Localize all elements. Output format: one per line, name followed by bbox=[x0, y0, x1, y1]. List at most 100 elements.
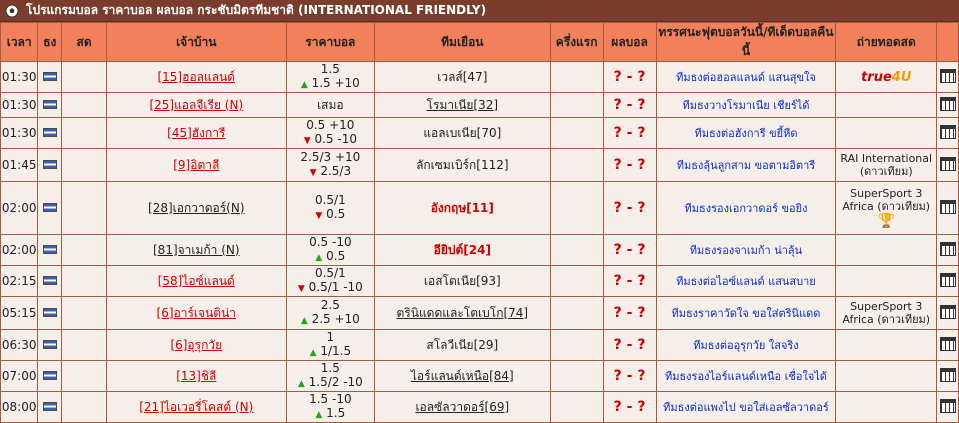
away-team-cell[interactable]: แอลเบเนีย[70] bbox=[375, 118, 550, 148]
tip-cell[interactable]: ทีมธงต่อฮังการี ขยี้หีด bbox=[656, 118, 836, 148]
home-team-cell[interactable]: [25]แอลจีเรีย (N) bbox=[106, 93, 286, 117]
home-team-link[interactable]: [81]จาเมก้า (N) bbox=[153, 243, 240, 257]
tip-link[interactable]: ทีมธงต่ออุรุกวัย ใสจริง bbox=[693, 339, 798, 352]
tip-link[interactable]: ทีมธงต่อฮอลแลนด์ แสนสุขใจ bbox=[676, 71, 816, 84]
stats-table-icon[interactable] bbox=[939, 156, 956, 171]
away-team-link[interactable]: โรมาเนีย[32] bbox=[427, 98, 499, 112]
stats-cell[interactable] bbox=[937, 118, 958, 148]
broadcast-cell bbox=[836, 392, 937, 422]
tip-link[interactable]: ทีมธงต่อแพงไป ขอใส่เอลซัลวาดอร์ bbox=[663, 401, 829, 414]
home-team-link[interactable]: [13]ชิลี bbox=[176, 369, 216, 383]
tip-link[interactable]: ทีมธงรองจาเมก้า น่าลุ้น bbox=[690, 244, 802, 257]
tip-cell[interactable]: ทีมธงราคาวัดใจ ขอใส่ตรินิแดด bbox=[656, 297, 836, 329]
tip-link[interactable]: ทีมธงวางโรมาเนีย เชียร์ได้ bbox=[682, 99, 809, 112]
stats-table-icon[interactable] bbox=[939, 398, 956, 413]
tip-link[interactable]: ทีมธงลุ้นลูกสาม ขอตามอิตารี bbox=[677, 159, 815, 172]
home-team-cell[interactable]: [28]เอกวาดอร์(N) bbox=[106, 182, 286, 234]
stats-table-icon[interactable] bbox=[939, 96, 956, 111]
live-cell bbox=[62, 182, 106, 234]
home-team-cell[interactable]: [9]อิตาลี bbox=[106, 149, 286, 181]
away-team-link[interactable]: อียิปต์[24] bbox=[434, 243, 491, 257]
true4u-logo[interactable]: true4U bbox=[861, 70, 911, 85]
away-team-link[interactable]: สโลวีเนีย[29] bbox=[426, 338, 498, 352]
stats-table-icon[interactable] bbox=[939, 272, 956, 287]
tip-link[interactable]: ทีมธงราคาวัดใจ ขอใส่ตรินิแดด bbox=[671, 307, 820, 320]
home-team-cell[interactable]: [58]ไอซ์แลนด์ bbox=[106, 266, 286, 296]
stats-cell[interactable] bbox=[937, 149, 958, 181]
tip-cell[interactable]: ทีมธงรองเอกวาดอร์ ขอยิง bbox=[656, 182, 836, 234]
home-team-cell[interactable]: [45]ฮังการี bbox=[106, 118, 286, 148]
stats-cell[interactable] bbox=[937, 93, 958, 117]
home-team-link[interactable]: [6]อุรุกวัย bbox=[170, 338, 222, 352]
away-team-cell[interactable]: เอลซัลวาดอร์[69] bbox=[375, 392, 550, 422]
tip-cell[interactable]: ทีมธงต่อไอซ์แลนด์ แสนสบาย bbox=[656, 266, 836, 296]
tip-link[interactable]: ทีมธงต่อไอซ์แลนด์ แสนสบาย bbox=[676, 275, 816, 288]
away-team-link[interactable]: ตรินิแดดและโตเบโก[74] bbox=[397, 306, 529, 320]
stats-cell[interactable] bbox=[937, 235, 958, 265]
home-team-link[interactable]: [9]อิตาลี bbox=[173, 158, 219, 172]
away-team-cell[interactable]: เวลส์[47] bbox=[375, 62, 550, 92]
away-team-link[interactable]: เอลซัลวาดอร์[69] bbox=[415, 400, 509, 414]
odds-cell: 0.5 +10 ▼ 0.5 -10 bbox=[286, 118, 374, 148]
tip-cell[interactable]: ทีมธงรองไอร์แลนด์เหนือ เชื่อใจได้ bbox=[656, 361, 836, 391]
home-team-cell[interactable]: [13]ชิลี bbox=[106, 361, 286, 391]
tip-cell[interactable]: ทีมธงลุ้นลูกสาม ขอตามอิตารี bbox=[656, 149, 836, 181]
away-team-link[interactable]: เอสโตเนีย[93] bbox=[424, 274, 501, 288]
home-team-link[interactable]: [15]ฮอลแลนด์ bbox=[157, 70, 235, 84]
stats-cell[interactable] bbox=[937, 297, 958, 329]
stats-cell[interactable] bbox=[937, 182, 958, 234]
stats-table-icon[interactable] bbox=[939, 367, 956, 382]
away-team-cell[interactable]: อังกฤษ[11] bbox=[375, 182, 550, 234]
match-time: 07:00 bbox=[1, 361, 38, 391]
away-team-cell[interactable]: สโลวีเนีย[29] bbox=[375, 330, 550, 360]
away-team-link[interactable]: เวลส์[47] bbox=[437, 70, 487, 84]
tip-cell[interactable]: ทีมธงต่ออุรุกวัย ใสจริง bbox=[656, 330, 836, 360]
home-team-cell[interactable]: [81]จาเมก้า (N) bbox=[106, 235, 286, 265]
home-team-cell[interactable]: [15]ฮอลแลนด์ bbox=[106, 62, 286, 92]
tip-cell[interactable]: ทีมธงต่อแพงไป ขอใส่เอลซัลวาดอร์ bbox=[656, 392, 836, 422]
stats-cell[interactable] bbox=[937, 330, 958, 360]
away-team-cell[interactable]: ตรินิแดดและโตเบโก[74] bbox=[375, 297, 550, 329]
stats-table-icon[interactable] bbox=[939, 68, 956, 83]
stats-cell[interactable] bbox=[937, 266, 958, 296]
home-team-link[interactable]: [28]เอกวาดอร์(N) bbox=[148, 201, 244, 215]
away-team-link[interactable]: ไอร์แลนด์เหนือ[84] bbox=[411, 369, 514, 383]
tip-cell[interactable]: ทีมธงวางโรมาเนีย เชียร์ได้ bbox=[656, 93, 836, 117]
stats-cell[interactable] bbox=[937, 62, 958, 92]
away-team-cell[interactable]: ไอร์แลนด์เหนือ[84] bbox=[375, 361, 550, 391]
halftime-cell bbox=[550, 235, 603, 265]
tip-cell[interactable]: ทีมธงต่อฮอลแลนด์ แสนสุขใจ bbox=[656, 62, 836, 92]
result-cell: ? - ? bbox=[603, 235, 656, 265]
flag-cell bbox=[38, 235, 62, 265]
away-team-cell[interactable]: อียิปต์[24] bbox=[375, 235, 550, 265]
tip-cell[interactable]: ทีมธงรองจาเมก้า น่าลุ้น bbox=[656, 235, 836, 265]
away-team-link[interactable]: ลักเซมเบิร์ก[112] bbox=[416, 158, 508, 172]
stats-cell[interactable] bbox=[937, 392, 958, 422]
home-team-link[interactable]: [21]ไอเวอรี่โคสต์ (N) bbox=[139, 400, 253, 414]
result-cell: ? - ? bbox=[603, 118, 656, 148]
flag-cell bbox=[38, 182, 62, 234]
live-cell bbox=[62, 361, 106, 391]
tip-link[interactable]: ทีมธงรองเอกวาดอร์ ขอยิง bbox=[684, 202, 807, 215]
home-team-cell[interactable]: [21]ไอเวอรี่โคสต์ (N) bbox=[106, 392, 286, 422]
away-team-cell[interactable]: เอสโตเนีย[93] bbox=[375, 266, 550, 296]
home-team-cell[interactable]: [6]อุรุกวัย bbox=[106, 330, 286, 360]
home-team-cell[interactable]: [6]อาร์เจนติน่า bbox=[106, 297, 286, 329]
result-cell: ? - ? bbox=[603, 361, 656, 391]
stats-table-icon[interactable] bbox=[939, 336, 956, 351]
home-team-link[interactable]: [25]แอลจีเรีย (N) bbox=[149, 98, 243, 112]
home-team-link[interactable]: [45]ฮังการี bbox=[167, 126, 225, 140]
away-team-cell[interactable]: โรมาเนีย[32] bbox=[375, 93, 550, 117]
home-team-link[interactable]: [6]อาร์เจนติน่า bbox=[157, 306, 236, 320]
stats-table-icon[interactable] bbox=[939, 124, 956, 139]
stats-table-icon[interactable] bbox=[939, 199, 956, 214]
tip-link[interactable]: ทีมธงต่อฮังการี ขยี้หีด bbox=[694, 127, 797, 140]
away-team-link[interactable]: แอลเบเนีย[70] bbox=[423, 126, 501, 140]
stats-cell[interactable] bbox=[937, 361, 958, 391]
away-team-link[interactable]: อังกฤษ[11] bbox=[431, 201, 494, 215]
home-team-link[interactable]: [58]ไอซ์แลนด์ bbox=[158, 274, 235, 288]
away-team-cell[interactable]: ลักเซมเบิร์ก[112] bbox=[375, 149, 550, 181]
tip-link[interactable]: ทีมธงรองไอร์แลนด์เหนือ เชื่อใจได้ bbox=[665, 370, 827, 383]
stats-table-icon[interactable] bbox=[939, 304, 956, 319]
stats-table-icon[interactable] bbox=[939, 241, 956, 256]
